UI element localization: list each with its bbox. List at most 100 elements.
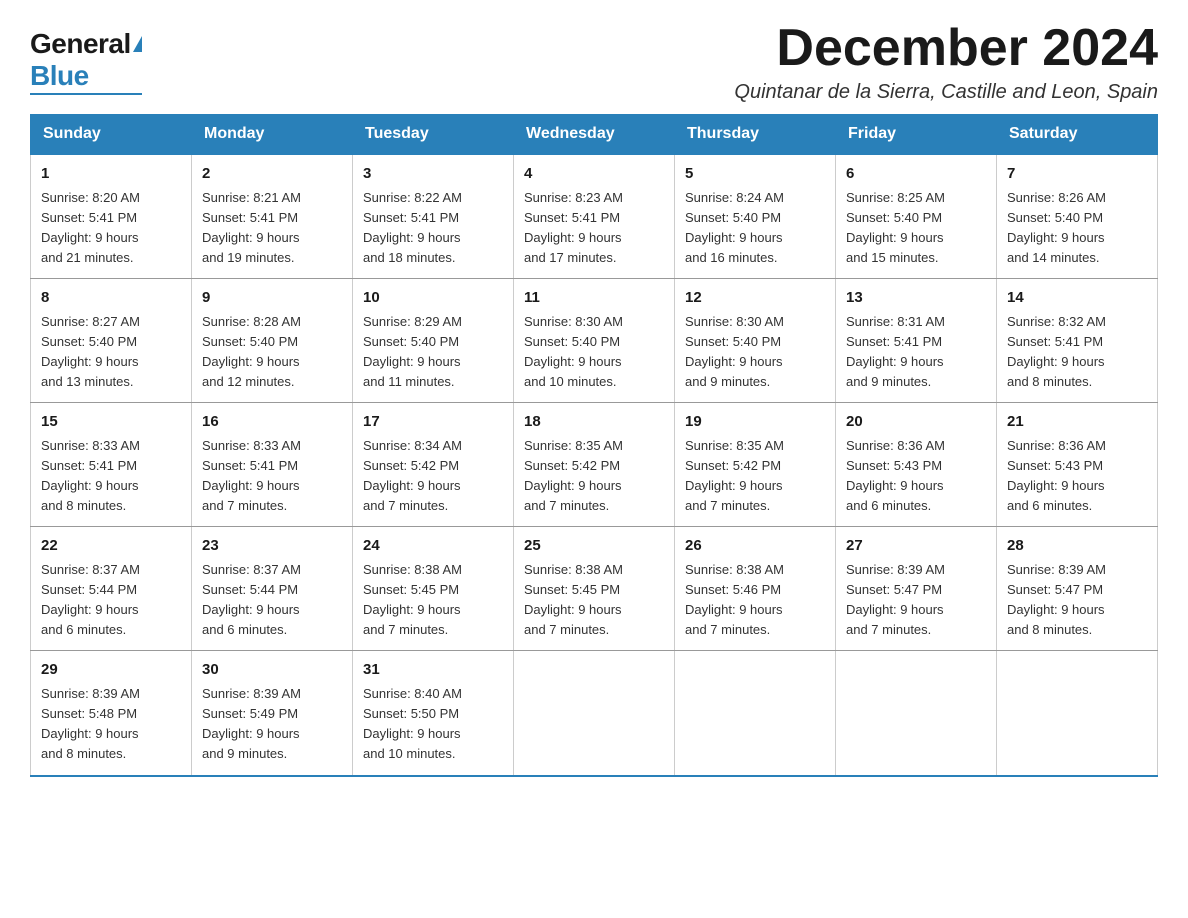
day-info: Sunrise: 8:24 AMSunset: 5:40 PMDaylight:… xyxy=(685,190,784,265)
day-info: Sunrise: 8:21 AMSunset: 5:41 PMDaylight:… xyxy=(202,190,301,265)
day-number: 19 xyxy=(685,411,825,434)
day-number: 15 xyxy=(41,411,181,434)
col-tuesday: Tuesday xyxy=(353,115,514,155)
table-row: 9 Sunrise: 8:28 AMSunset: 5:40 PMDayligh… xyxy=(192,279,353,403)
table-row: 28 Sunrise: 8:39 AMSunset: 5:47 PMDaylig… xyxy=(997,527,1158,651)
calendar-week-row: 8 Sunrise: 8:27 AMSunset: 5:40 PMDayligh… xyxy=(31,279,1158,403)
day-number: 6 xyxy=(846,163,986,186)
table-row: 19 Sunrise: 8:35 AMSunset: 5:42 PMDaylig… xyxy=(675,403,836,527)
day-info: Sunrise: 8:25 AMSunset: 5:40 PMDaylight:… xyxy=(846,190,945,265)
table-row: 20 Sunrise: 8:36 AMSunset: 5:43 PMDaylig… xyxy=(836,403,997,527)
day-number: 4 xyxy=(524,163,664,186)
calendar-week-row: 15 Sunrise: 8:33 AMSunset: 5:41 PMDaylig… xyxy=(31,403,1158,527)
day-info: Sunrise: 8:33 AMSunset: 5:41 PMDaylight:… xyxy=(202,438,301,513)
day-number: 27 xyxy=(846,535,986,558)
day-number: 29 xyxy=(41,659,181,682)
logo-triangle-icon xyxy=(133,36,142,52)
day-number: 10 xyxy=(363,287,503,310)
table-row: 14 Sunrise: 8:32 AMSunset: 5:41 PMDaylig… xyxy=(997,279,1158,403)
col-saturday: Saturday xyxy=(997,115,1158,155)
day-number: 21 xyxy=(1007,411,1147,434)
calendar-week-row: 22 Sunrise: 8:37 AMSunset: 5:44 PMDaylig… xyxy=(31,527,1158,651)
title-area: December 2024 Quintanar de la Sierra, Ca… xyxy=(734,20,1158,104)
col-wednesday: Wednesday xyxy=(514,115,675,155)
day-number: 26 xyxy=(685,535,825,558)
day-info: Sunrise: 8:35 AMSunset: 5:42 PMDaylight:… xyxy=(685,438,784,513)
table-row xyxy=(997,651,1158,776)
day-number: 9 xyxy=(202,287,342,310)
day-info: Sunrise: 8:39 AMSunset: 5:47 PMDaylight:… xyxy=(846,562,945,637)
day-info: Sunrise: 8:39 AMSunset: 5:47 PMDaylight:… xyxy=(1007,562,1106,637)
day-info: Sunrise: 8:31 AMSunset: 5:41 PMDaylight:… xyxy=(846,314,945,389)
day-number: 16 xyxy=(202,411,342,434)
day-number: 22 xyxy=(41,535,181,558)
table-row: 21 Sunrise: 8:36 AMSunset: 5:43 PMDaylig… xyxy=(997,403,1158,527)
day-number: 7 xyxy=(1007,163,1147,186)
day-info: Sunrise: 8:40 AMSunset: 5:50 PMDaylight:… xyxy=(363,686,462,761)
table-row: 31 Sunrise: 8:40 AMSunset: 5:50 PMDaylig… xyxy=(353,651,514,776)
calendar-week-row: 1 Sunrise: 8:20 AMSunset: 5:41 PMDayligh… xyxy=(31,154,1158,279)
table-row: 23 Sunrise: 8:37 AMSunset: 5:44 PMDaylig… xyxy=(192,527,353,651)
day-info: Sunrise: 8:37 AMSunset: 5:44 PMDaylight:… xyxy=(202,562,301,637)
day-info: Sunrise: 8:38 AMSunset: 5:45 PMDaylight:… xyxy=(363,562,462,637)
day-number: 12 xyxy=(685,287,825,310)
day-info: Sunrise: 8:30 AMSunset: 5:40 PMDaylight:… xyxy=(685,314,784,389)
day-info: Sunrise: 8:36 AMSunset: 5:43 PMDaylight:… xyxy=(1007,438,1106,513)
day-number: 23 xyxy=(202,535,342,558)
table-row xyxy=(675,651,836,776)
table-row: 18 Sunrise: 8:35 AMSunset: 5:42 PMDaylig… xyxy=(514,403,675,527)
day-info: Sunrise: 8:34 AMSunset: 5:42 PMDaylight:… xyxy=(363,438,462,513)
day-number: 25 xyxy=(524,535,664,558)
day-number: 28 xyxy=(1007,535,1147,558)
day-info: Sunrise: 8:39 AMSunset: 5:48 PMDaylight:… xyxy=(41,686,140,761)
logo: General Blue xyxy=(30,20,142,95)
col-thursday: Thursday xyxy=(675,115,836,155)
day-number: 18 xyxy=(524,411,664,434)
day-info: Sunrise: 8:37 AMSunset: 5:44 PMDaylight:… xyxy=(41,562,140,637)
table-row: 5 Sunrise: 8:24 AMSunset: 5:40 PMDayligh… xyxy=(675,154,836,279)
day-info: Sunrise: 8:28 AMSunset: 5:40 PMDaylight:… xyxy=(202,314,301,389)
table-row: 4 Sunrise: 8:23 AMSunset: 5:41 PMDayligh… xyxy=(514,154,675,279)
day-info: Sunrise: 8:27 AMSunset: 5:40 PMDaylight:… xyxy=(41,314,140,389)
day-info: Sunrise: 8:26 AMSunset: 5:40 PMDaylight:… xyxy=(1007,190,1106,265)
day-number: 17 xyxy=(363,411,503,434)
table-row: 1 Sunrise: 8:20 AMSunset: 5:41 PMDayligh… xyxy=(31,154,192,279)
table-row: 22 Sunrise: 8:37 AMSunset: 5:44 PMDaylig… xyxy=(31,527,192,651)
day-number: 2 xyxy=(202,163,342,186)
day-info: Sunrise: 8:29 AMSunset: 5:40 PMDaylight:… xyxy=(363,314,462,389)
table-row: 16 Sunrise: 8:33 AMSunset: 5:41 PMDaylig… xyxy=(192,403,353,527)
col-sunday: Sunday xyxy=(31,115,192,155)
table-row xyxy=(836,651,997,776)
table-row: 26 Sunrise: 8:38 AMSunset: 5:46 PMDaylig… xyxy=(675,527,836,651)
day-number: 11 xyxy=(524,287,664,310)
header: General Blue December 2024 Quintanar de … xyxy=(30,20,1158,104)
table-row: 3 Sunrise: 8:22 AMSunset: 5:41 PMDayligh… xyxy=(353,154,514,279)
day-info: Sunrise: 8:39 AMSunset: 5:49 PMDaylight:… xyxy=(202,686,301,761)
day-info: Sunrise: 8:36 AMSunset: 5:43 PMDaylight:… xyxy=(846,438,945,513)
table-row: 24 Sunrise: 8:38 AMSunset: 5:45 PMDaylig… xyxy=(353,527,514,651)
day-info: Sunrise: 8:35 AMSunset: 5:42 PMDaylight:… xyxy=(524,438,623,513)
day-info: Sunrise: 8:23 AMSunset: 5:41 PMDaylight:… xyxy=(524,190,623,265)
day-number: 20 xyxy=(846,411,986,434)
table-row: 29 Sunrise: 8:39 AMSunset: 5:48 PMDaylig… xyxy=(31,651,192,776)
table-row: 17 Sunrise: 8:34 AMSunset: 5:42 PMDaylig… xyxy=(353,403,514,527)
table-row: 8 Sunrise: 8:27 AMSunset: 5:40 PMDayligh… xyxy=(31,279,192,403)
calendar-week-row: 29 Sunrise: 8:39 AMSunset: 5:48 PMDaylig… xyxy=(31,651,1158,776)
month-year-title: December 2024 xyxy=(734,20,1158,77)
day-number: 24 xyxy=(363,535,503,558)
table-row xyxy=(514,651,675,776)
calendar-table: Sunday Monday Tuesday Wednesday Thursday… xyxy=(30,114,1158,776)
day-info: Sunrise: 8:32 AMSunset: 5:41 PMDaylight:… xyxy=(1007,314,1106,389)
table-row: 10 Sunrise: 8:29 AMSunset: 5:40 PMDaylig… xyxy=(353,279,514,403)
table-row: 7 Sunrise: 8:26 AMSunset: 5:40 PMDayligh… xyxy=(997,154,1158,279)
day-number: 31 xyxy=(363,659,503,682)
day-number: 5 xyxy=(685,163,825,186)
day-info: Sunrise: 8:38 AMSunset: 5:45 PMDaylight:… xyxy=(524,562,623,637)
day-info: Sunrise: 8:30 AMSunset: 5:40 PMDaylight:… xyxy=(524,314,623,389)
table-row: 13 Sunrise: 8:31 AMSunset: 5:41 PMDaylig… xyxy=(836,279,997,403)
logo-general: General xyxy=(30,28,131,60)
table-row: 25 Sunrise: 8:38 AMSunset: 5:45 PMDaylig… xyxy=(514,527,675,651)
day-number: 30 xyxy=(202,659,342,682)
table-row: 2 Sunrise: 8:21 AMSunset: 5:41 PMDayligh… xyxy=(192,154,353,279)
logo-blue: Blue xyxy=(30,60,89,92)
